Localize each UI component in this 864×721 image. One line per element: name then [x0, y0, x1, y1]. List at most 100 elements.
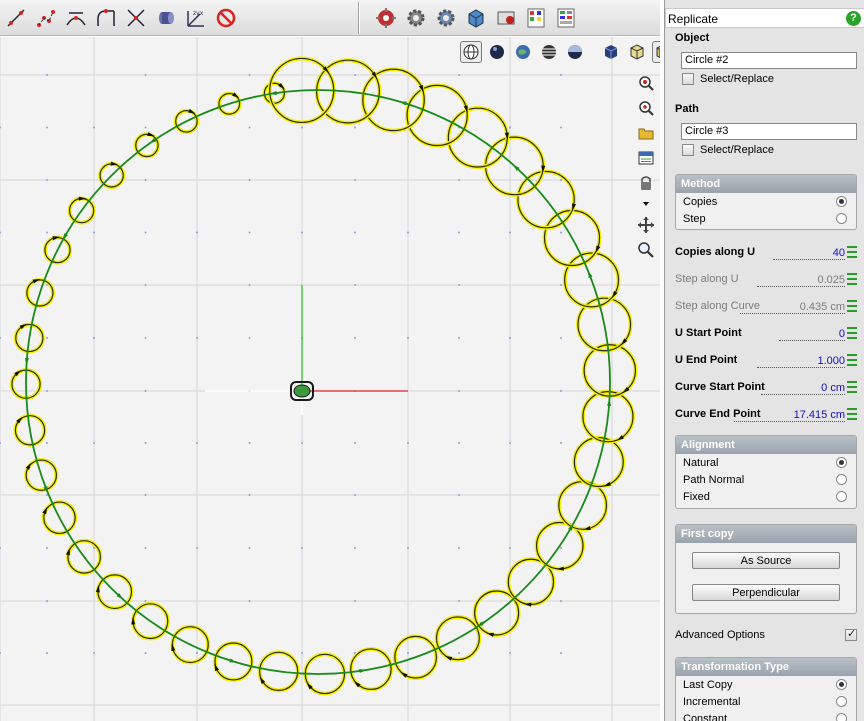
move-arrows-icon[interactable] — [636, 215, 656, 235]
textured-cube-view-icon[interactable] — [652, 41, 660, 63]
alignment-option-fixed[interactable]: Fixed — [676, 488, 856, 505]
zoom-fit-icon[interactable] — [636, 98, 656, 118]
transformation-type-option-constant[interactable]: Constant — [676, 710, 856, 721]
param-value-field[interactable]: 17.415 cm — [733, 409, 845, 422]
param-value-field[interactable]: 0 cm — [761, 382, 845, 395]
method-option-copies[interactable]: Copies — [676, 193, 856, 210]
param-copies-along-u[interactable]: Copies along U 40 — [675, 246, 857, 262]
grid-dot — [248, 547, 251, 549]
half-shaded-sphere-icon[interactable] — [564, 41, 586, 63]
palette-grid-icon[interactable] — [524, 6, 548, 30]
as-source-button[interactable]: As Source — [692, 552, 840, 569]
panel-title: Replicate — [668, 12, 719, 26]
param-slider-icon[interactable] — [847, 354, 857, 366]
wire-cube-icon[interactable] — [626, 41, 648, 63]
lock-icon[interactable] — [636, 173, 656, 193]
settings-gear-icon[interactable] — [404, 6, 428, 30]
zoom-window-icon[interactable] — [636, 73, 656, 93]
param-step-along-curve[interactable]: Step along Curve 0.435 cm — [675, 300, 857, 316]
grid-dot — [93, 442, 95, 444]
method-option-step[interactable]: Step — [676, 210, 856, 227]
grid-dot — [354, 126, 356, 129]
perpendicular-button[interactable]: Perpendicular — [692, 584, 840, 601]
alignment-radio[interactable] — [836, 457, 847, 468]
no-entry-icon[interactable] — [214, 6, 238, 30]
grid-dot — [560, 126, 562, 129]
layer-stack-icon[interactable] — [636, 148, 656, 168]
sphere-shaded-icon[interactable] — [486, 41, 508, 63]
param-value-field[interactable]: 40 — [772, 247, 845, 260]
method-radio[interactable] — [836, 196, 847, 207]
magnifier-icon[interactable] — [636, 240, 656, 260]
alignment-radio[interactable] — [836, 491, 847, 502]
param-step-along-u[interactable]: Step along U 0.025 — [675, 273, 857, 289]
grid-dot — [93, 652, 95, 654]
object-field[interactable]: Circle #2 — [681, 52, 857, 69]
param-value-field[interactable]: 1.000 — [757, 355, 845, 368]
grid-dot — [46, 547, 48, 549]
path-curve[interactable] — [24, 89, 612, 675]
alignment-option-natural[interactable]: Natural — [676, 454, 856, 471]
curve-bridge-icon[interactable] — [94, 6, 118, 30]
grid-dot — [46, 126, 48, 129]
solid-cube-icon[interactable] — [600, 41, 622, 63]
render-region-icon[interactable] — [494, 6, 518, 30]
advanced-options-checkbox[interactable] — [845, 627, 857, 641]
perspective-view-icon[interactable] — [460, 41, 482, 63]
axis-xyz-icon[interactable]: zyx — [184, 6, 208, 30]
method-radio[interactable] — [836, 213, 847, 224]
layers-grid-icon[interactable] — [554, 6, 578, 30]
curve-add-point-icon[interactable] — [4, 6, 28, 30]
scene-gear-icon[interactable] — [434, 6, 458, 30]
scene-canvas[interactable] — [0, 37, 660, 721]
globe-shaded-icon[interactable] — [512, 41, 534, 63]
transformation-type-radio[interactable] — [836, 713, 847, 721]
param-curve-end-point[interactable]: Curve End Point 17.415 cm — [675, 408, 857, 424]
param-value-field[interactable]: 0 — [778, 328, 845, 341]
grid-dot — [248, 494, 251, 496]
object-select-replace-checkbox[interactable] — [682, 73, 694, 85]
param-u-end-point[interactable]: U End Point 1.000 — [675, 354, 857, 370]
transformation-type-radio[interactable] — [836, 696, 847, 707]
help-icon[interactable]: ? — [846, 11, 861, 26]
transformation-type-option-incremental[interactable]: Incremental — [676, 693, 856, 710]
object-select-replace[interactable]: Select/Replace — [682, 73, 774, 85]
alignment-option-path-normal[interactable]: Path Normal — [676, 471, 856, 488]
extrude-tube-icon[interactable] — [154, 6, 178, 30]
advanced-options-row[interactable]: Advanced Options — [675, 627, 857, 643]
source-object[interactable] — [290, 381, 314, 401]
transformation-type-option-last-copy[interactable]: Last Copy — [676, 676, 856, 693]
curve-points-icon[interactable] — [34, 6, 58, 30]
param-slider-icon[interactable] — [847, 300, 857, 312]
path-select-replace-label: Select/Replace — [700, 144, 774, 156]
alignment-radio[interactable] — [836, 474, 847, 485]
render-icon[interactable] — [374, 6, 398, 30]
transformation-type-radio[interactable] — [836, 679, 847, 690]
curve-split-icon[interactable] — [64, 6, 88, 30]
path-circle[interactable] — [25, 89, 611, 675]
grid-dot — [46, 600, 48, 602]
scene-viewport[interactable] — [0, 37, 660, 721]
folder-icon[interactable] — [636, 123, 656, 143]
param-slider-icon[interactable] — [847, 408, 857, 420]
path-select-replace[interactable]: Select/Replace — [682, 144, 774, 156]
path-select-replace-checkbox[interactable] — [682, 144, 694, 156]
grid-dot — [458, 231, 460, 234]
grid-dot — [458, 442, 460, 444]
transformation-type-option-label: Constant — [683, 713, 728, 721]
param-slider-icon[interactable] — [847, 246, 857, 258]
grid-dot — [196, 231, 198, 234]
grid-dot — [46, 74, 48, 76]
param-slider-icon[interactable] — [847, 381, 857, 393]
source-circle-center[interactable] — [293, 384, 311, 398]
param-slider-icon[interactable] — [847, 327, 857, 339]
svg-text:zyx: zyx — [193, 10, 204, 17]
param-slider-icon[interactable] — [847, 273, 857, 285]
param-u-start-point[interactable]: U Start Point 0 — [675, 327, 857, 343]
striped-sphere-icon[interactable] — [538, 41, 560, 63]
textured-cube-icon[interactable] — [464, 6, 488, 30]
param-curve-start-point[interactable]: Curve Start Point 0 cm — [675, 381, 857, 397]
curve-trim-icon[interactable] — [124, 6, 148, 30]
dropdown-arrow-icon[interactable] — [636, 198, 656, 210]
path-field[interactable]: Circle #3 — [681, 123, 857, 140]
